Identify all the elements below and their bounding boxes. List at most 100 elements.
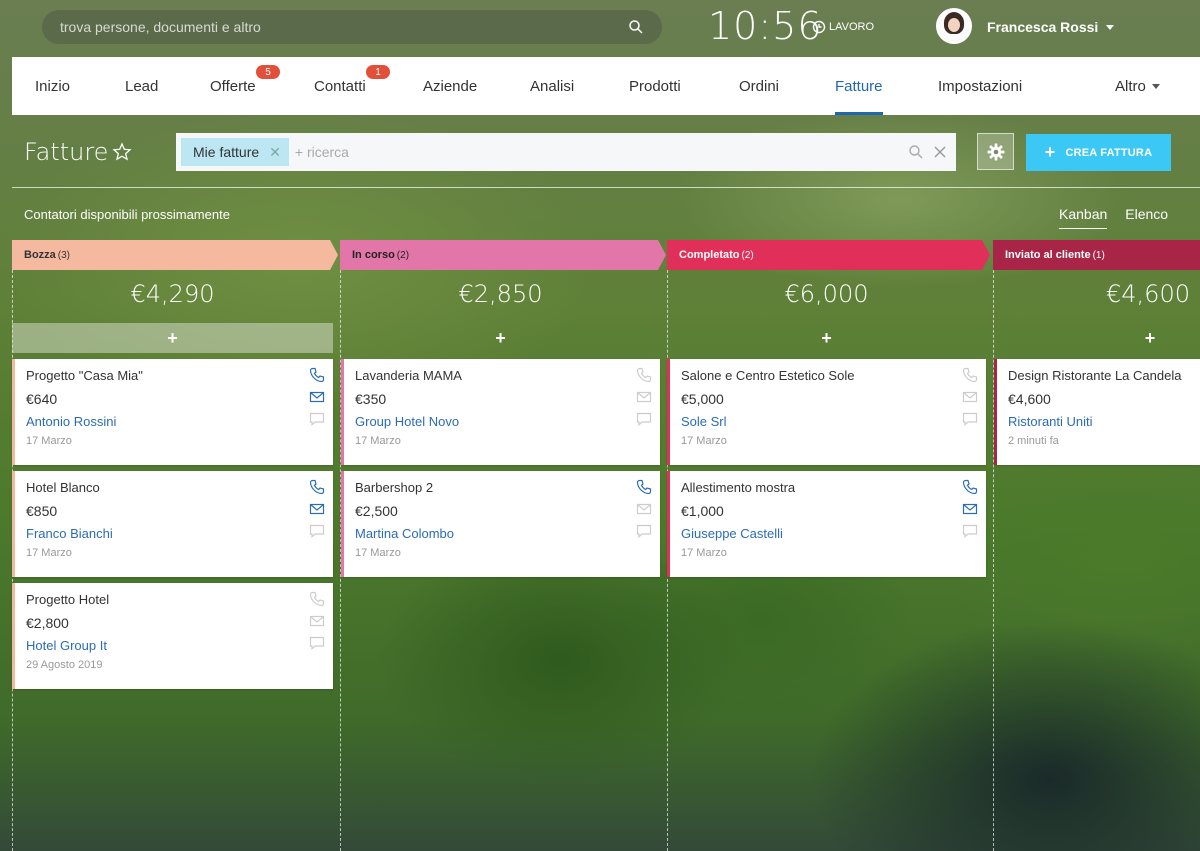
invoice-card[interactable]: Progetto "Casa Mia" €640 Antonio Rossini…	[12, 359, 333, 465]
chat-icon[interactable]	[309, 411, 325, 427]
filter-search-input[interactable]	[294, 144, 908, 160]
phone-icon[interactable]	[962, 479, 978, 495]
mail-icon[interactable]	[309, 613, 325, 629]
filter-tag[interactable]: Mie fatture ✕	[181, 138, 289, 166]
nav-item-lead[interactable]: Lead	[125, 57, 158, 115]
card-title[interactable]: Lavanderia MAMA	[355, 368, 660, 386]
invoice-card[interactable]: Progetto Hotel €2,800 Hotel Group It 29 …	[12, 583, 333, 689]
plus-icon: +	[821, 327, 832, 348]
nav-label: Ordini	[739, 77, 780, 95]
card-client-link[interactable]: Ristoranti Uniti	[1008, 414, 1200, 432]
card-date: 17 Marzo	[26, 547, 72, 559]
mail-icon[interactable]	[962, 389, 978, 405]
chevron-down-icon	[1106, 24, 1115, 30]
mail-icon[interactable]	[962, 501, 978, 517]
view-kanban[interactable]: Kanban	[1059, 206, 1108, 229]
invoice-card[interactable]: Lavanderia MAMA €350 Group Hotel Novo 17…	[341, 359, 660, 465]
nav-label: Lead	[125, 77, 159, 95]
card-title[interactable]: Progetto "Casa Mia"	[26, 368, 333, 386]
card-amount: €640	[26, 391, 58, 407]
close-icon[interactable]: ✕	[269, 144, 281, 161]
nav-item-prodotti[interactable]: Prodotti	[629, 57, 681, 115]
work-status[interactable]: LAVORO	[812, 20, 874, 34]
card-client-link[interactable]: Sole Srl	[681, 414, 986, 432]
mail-icon[interactable]	[636, 389, 652, 405]
card-client-link[interactable]: Hotel Group It	[26, 638, 333, 656]
mail-icon[interactable]	[309, 389, 325, 405]
main-nav: Inizio Lead Offerte 5 Contatti 1 Aziende…	[12, 57, 1200, 115]
card-title[interactable]: Salone e Centro Estetico Sole	[681, 368, 986, 386]
card-title[interactable]: Barbershop 2	[355, 480, 660, 498]
stage-name: Inviato al cliente	[1005, 249, 1091, 261]
add-card-button[interactable]: +	[1100, 323, 1200, 353]
nav-item-impostazioni[interactable]: Impostazioni	[938, 57, 1022, 115]
star-icon[interactable]	[112, 142, 132, 162]
chat-icon[interactable]	[309, 523, 325, 539]
card-client-link[interactable]: Group Hotel Novo	[355, 414, 660, 432]
phone-icon[interactable]	[309, 591, 325, 607]
avatar[interactable]	[936, 8, 972, 44]
invoice-card[interactable]: Barbershop 2 €2,500 Martina Colombo 17 M…	[341, 471, 660, 577]
add-card-button[interactable]: +	[667, 323, 986, 353]
card-client-link[interactable]: Giuseppe Castelli	[681, 526, 986, 544]
chat-icon[interactable]	[309, 635, 325, 651]
stage-header-inviato-al-cliente[interactable]: Inviato al cliente (1)	[993, 240, 1200, 270]
nav-item-ordini[interactable]: Ordini	[739, 57, 779, 115]
mail-icon[interactable]	[636, 501, 652, 517]
card-actions	[636, 367, 652, 427]
mail-icon[interactable]	[309, 501, 325, 517]
nav-item-contatti[interactable]: Contatti 1	[314, 57, 390, 115]
card-title[interactable]: Allestimento mostra	[681, 480, 986, 498]
chat-icon[interactable]	[636, 411, 652, 427]
nav-item-fatture[interactable]: Fatture	[835, 57, 883, 115]
plus-icon: +	[1044, 142, 1056, 162]
nav-item-aziende[interactable]: Aziende	[423, 57, 477, 115]
invoice-card[interactable]: Design Ristorante La Candela €4,600 Rist…	[994, 359, 1200, 465]
view-list[interactable]: Elenco	[1125, 206, 1168, 229]
stage-total: €6,000	[784, 280, 869, 308]
chat-icon[interactable]	[636, 523, 652, 539]
stage-header-completato[interactable]: Completato (2)	[667, 240, 990, 270]
card-title[interactable]: Hotel Blanco	[26, 480, 333, 498]
invoice-card[interactable]: Allestimento mostra €1,000 Giuseppe Cast…	[667, 471, 986, 577]
chat-icon[interactable]	[962, 411, 978, 427]
stage-count: (2)	[396, 249, 410, 261]
nav-item-inizio[interactable]: Inizio	[35, 57, 70, 115]
plus-icon: +	[167, 327, 178, 348]
global-search-input[interactable]	[60, 19, 628, 35]
invoice-card[interactable]: Hotel Blanco €850 Franco Bianchi 17 Marz…	[12, 471, 333, 577]
stage-header-bozza[interactable]: Bozza (3)	[12, 240, 338, 270]
nav-item-altro[interactable]: Altro	[1115, 57, 1160, 115]
chevron-down-icon	[1151, 83, 1160, 89]
search-icon[interactable]	[908, 144, 924, 160]
card-actions	[309, 591, 325, 651]
add-card-button[interactable]: +	[341, 323, 660, 353]
stage-header-in-corso[interactable]: In corso (2)	[340, 240, 666, 270]
nav-item-analisi[interactable]: Analisi	[530, 57, 574, 115]
nav-label: Analisi	[530, 77, 575, 95]
gear-icon	[987, 143, 1004, 160]
search-icon[interactable]	[628, 19, 644, 35]
counters-note: Contatori disponibili prossimamente	[24, 207, 230, 222]
nav-label: Altro	[1115, 77, 1146, 95]
card-client-link[interactable]: Antonio Rossini	[26, 414, 333, 432]
create-invoice-button[interactable]: + CREA FATTURA	[1026, 134, 1171, 171]
settings-button[interactable]	[977, 133, 1014, 170]
phone-icon[interactable]	[962, 367, 978, 383]
invoice-card[interactable]: Salone e Centro Estetico Sole €5,000 Sol…	[667, 359, 986, 465]
add-card-button[interactable]: +	[12, 323, 333, 353]
card-client-link[interactable]: Franco Bianchi	[26, 526, 333, 544]
page-title: Fatture	[24, 138, 109, 166]
user-menu[interactable]: Francesca Rossi	[987, 19, 1115, 35]
card-title[interactable]: Design Ristorante La Candela	[1008, 368, 1200, 386]
nav-item-offerte[interactable]: Offerte 5	[210, 57, 280, 115]
phone-icon[interactable]	[636, 479, 652, 495]
phone-icon[interactable]	[309, 479, 325, 495]
clear-icon[interactable]	[932, 144, 948, 160]
phone-icon[interactable]	[309, 367, 325, 383]
nav-label: Inizio	[35, 77, 71, 95]
card-title[interactable]: Progetto Hotel	[26, 592, 333, 610]
phone-icon[interactable]	[636, 367, 652, 383]
chat-icon[interactable]	[962, 523, 978, 539]
card-client-link[interactable]: Martina Colombo	[355, 526, 660, 544]
